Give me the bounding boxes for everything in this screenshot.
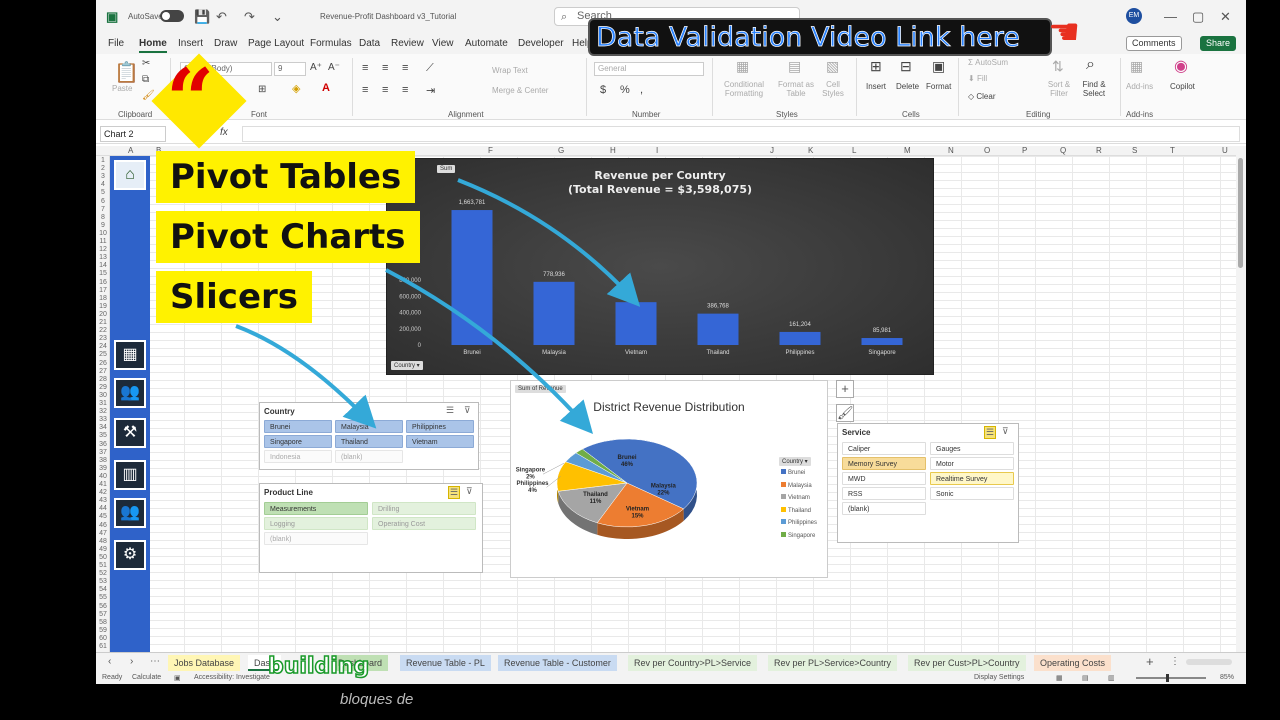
annotation-arrows	[235, 178, 641, 434]
arrow-to-bar-chart	[457, 178, 641, 307]
subtitle-spanish: bloques de	[340, 691, 414, 708]
subtitle-english: building	[267, 653, 370, 680]
pointing-hand-icon: ☚	[1048, 11, 1081, 52]
video-link-text[interactable]: Data Validation Video Link here	[596, 21, 1021, 55]
arrow-to-country-slicer	[235, 324, 377, 429]
arrow-to-pie-chart	[385, 268, 594, 434]
